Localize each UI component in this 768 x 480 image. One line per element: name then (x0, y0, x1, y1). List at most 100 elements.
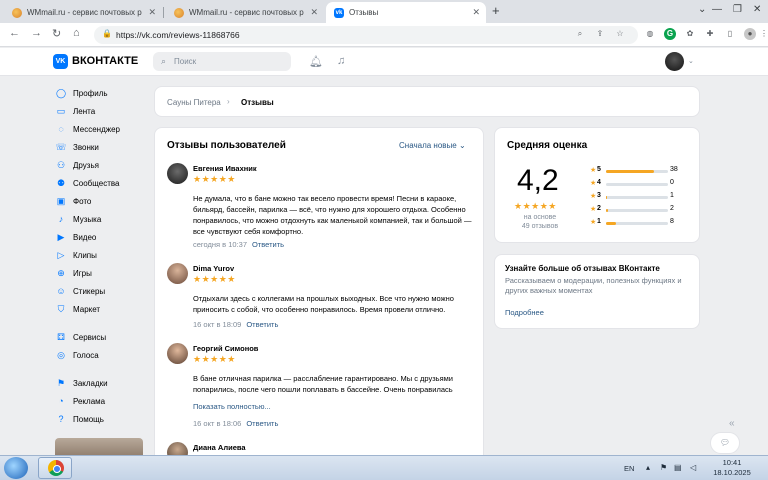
breadcrumb-parent-link[interactable]: Сауны Питера (167, 98, 221, 107)
show-more-link[interactable]: Показать полностью... (193, 402, 271, 411)
sidebar-item-ads[interactable]: ◔ Реклама (55, 392, 145, 410)
sort-dropdown[interactable]: Сначала новые ⌄ (399, 141, 466, 150)
home-icon[interactable]: ⌂ (73, 27, 80, 39)
menu-icon[interactable]: ⋮ (758, 28, 768, 40)
sidebar-item-label: Видео (73, 232, 97, 242)
scroll-left-icon[interactable]: « (729, 418, 735, 429)
close-icon[interactable]: ✕ (148, 7, 156, 18)
review-author[interactable]: Диана Алиева (193, 443, 246, 452)
sidebar-item-messenger[interactable]: ◌ Мессенджер (55, 120, 145, 138)
sidebar-item-label: Профиль (73, 88, 108, 98)
review-text: Отдыхали здесь с коллегами на прошлых вы… (193, 294, 454, 314)
rating-row[interactable]: ★ 3 1 (590, 192, 694, 202)
close-icon[interactable]: ✕ (472, 7, 480, 18)
review-author[interactable]: Dima Yurov (193, 264, 234, 273)
chrome-taskbar-button[interactable] (38, 457, 72, 479)
tray-expand-icon[interactable]: ▴ (646, 463, 650, 472)
reload-icon[interactable]: ↻ (52, 27, 61, 40)
forward-icon[interactable]: → (31, 27, 42, 39)
rating-row[interactable]: ★ 1 8 (590, 218, 694, 228)
chevron-down-icon[interactable]: ⌄ (688, 57, 694, 65)
sidebar-divider (55, 318, 145, 328)
star-icon: ★ (590, 180, 597, 187)
phone-icon: ☏ (55, 141, 67, 152)
tab-reviews[interactable]: vk Отзывы ✕ (326, 2, 486, 23)
star-icon: ★ (590, 206, 597, 213)
sidebar-item-stickers[interactable]: ☺ Стикеры (55, 282, 145, 300)
review-stars: ★★★★★ (193, 354, 236, 364)
rating-bar-fill (606, 170, 655, 173)
avatar[interactable] (167, 263, 188, 284)
rating-row[interactable]: ★ 4 0 (590, 179, 694, 189)
sidebar-item-calls[interactable]: ☏ Звонки (55, 138, 145, 156)
rating-row[interactable]: ★ 5 38 (590, 166, 694, 176)
review-author[interactable]: Евгения Иваxник (193, 164, 257, 173)
sidebar-item-clips[interactable]: ▷ Клипы (55, 246, 145, 264)
url-text[interactable]: https://vk.com/reviews-11868766 (116, 30, 240, 40)
reply-button[interactable]: Ответить (252, 240, 284, 249)
sidebar-item-votes[interactable]: ◎ Голоса (55, 346, 145, 364)
close-window-button[interactable]: ✕ (753, 0, 761, 20)
sidebar-item-feed[interactable]: ▭ Лента (55, 102, 145, 120)
sidebar-item-services[interactable]: ⚃ Сервисы (55, 328, 145, 346)
search-input[interactable]: ⌕ Поиск (153, 52, 291, 71)
sidepanel-icon[interactable]: ▯ (724, 28, 736, 40)
volume-icon[interactable]: ◁ (690, 463, 696, 472)
back-icon[interactable]: ← (9, 27, 20, 39)
learn-more-link[interactable]: Подробнее (505, 308, 544, 317)
reply-button[interactable]: Ответить (246, 419, 278, 428)
notifications-bell-icon[interactable]: 🔔︎ (309, 55, 323, 68)
extension-icon[interactable]: ◍ (644, 28, 656, 40)
sidebar-item-label: Мессенджер (73, 124, 120, 134)
share-icon[interactable]: ⇪ (594, 28, 606, 40)
language-indicator[interactable]: EN (624, 464, 634, 473)
lock-icon[interactable]: 🔒 (102, 29, 112, 38)
sidebar-item-music[interactable]: ♪ Музыка (55, 210, 145, 228)
tab-wmmail-1[interactable]: WMmail.ru - сервис почтовых р ✕ (4, 2, 162, 23)
vk-logo-icon[interactable]: VK (53, 54, 68, 69)
sidebar-item-market[interactable]: ⛉ Маркет (55, 300, 145, 318)
sidebar-item-profile[interactable]: ◯ Профиль (55, 84, 145, 102)
avatar[interactable] (665, 52, 684, 71)
learn-more-card: Узнайте больше об отзывах ВКонтакте Расс… (494, 254, 700, 329)
system-clock[interactable]: 10:41 18.10.2025 (712, 458, 752, 478)
review-stars: ★★★★★ (193, 274, 236, 284)
extensions-puzzle-icon[interactable]: ✚ (704, 28, 716, 40)
start-button[interactable] (4, 457, 28, 479)
review-meta: 16 окт в 18:09 Ответить (193, 320, 278, 329)
review-date: 16 окт в 18:09 (193, 320, 242, 329)
search-icon[interactable]: ⌕ (574, 28, 586, 40)
sidebar-item-games[interactable]: ⊕ Игры (55, 264, 145, 282)
review-item: Георгий Симонов ★★★★★ В бане отличная па… (167, 343, 473, 435)
bookmark-star-icon[interactable]: ☆ (614, 28, 626, 40)
music-player-icon[interactable]: ♫ (337, 55, 345, 67)
new-tab-button[interactable]: + (492, 3, 500, 18)
flag-icon[interactable]: ⚑ (660, 463, 667, 472)
sidebar-item-video[interactable]: ▶ Видео (55, 228, 145, 246)
maximize-button[interactable]: ❐ (733, 0, 742, 20)
tab-search-icon[interactable]: ⌄ (698, 0, 706, 20)
close-icon[interactable]: ✕ (310, 7, 318, 18)
rating-row[interactable]: ★ 2 2 (590, 205, 694, 215)
sidebar-item-groups[interactable]: ⚉ Сообщества (55, 174, 145, 192)
learn-more-title: Узнайте больше об отзывах ВКонтакте (505, 264, 660, 273)
sidebar-item-photo[interactable]: ▣ Фото (55, 192, 145, 210)
grammarly-icon[interactable]: G (664, 28, 676, 40)
sidebar-item-friends[interactable]: ⚇ Друзья (55, 156, 145, 174)
tab-wmmail-2[interactable]: WMmail.ru - сервис почтовых р ✕ (166, 2, 324, 23)
address-bar[interactable]: 🔒 https://vk.com/reviews-11868766 (94, 26, 638, 44)
chat-button[interactable]: 💬︎ (710, 432, 740, 454)
minimize-button[interactable]: — (712, 0, 722, 20)
sidebar-item-bookmarks[interactable]: ⚑ Закладки (55, 374, 145, 392)
review-author[interactable]: Георгий Симонов (193, 344, 258, 353)
rating-row-label: 4 (597, 179, 601, 186)
tab-title: WMmail.ru - сервис почтовых р (27, 8, 142, 17)
reply-button[interactable]: Ответить (246, 320, 278, 329)
extension-gear-icon[interactable]: ✿ (684, 28, 696, 40)
vk-wordmark[interactable]: ВКОНТАКТЕ (72, 55, 138, 67)
avatar[interactable] (167, 163, 188, 184)
network-icon[interactable]: ▤ (674, 463, 682, 472)
profile-icon[interactable]: ● (744, 28, 756, 40)
avatar[interactable] (167, 343, 188, 364)
sidebar-item-help[interactable]: ? Помощь (55, 410, 145, 428)
